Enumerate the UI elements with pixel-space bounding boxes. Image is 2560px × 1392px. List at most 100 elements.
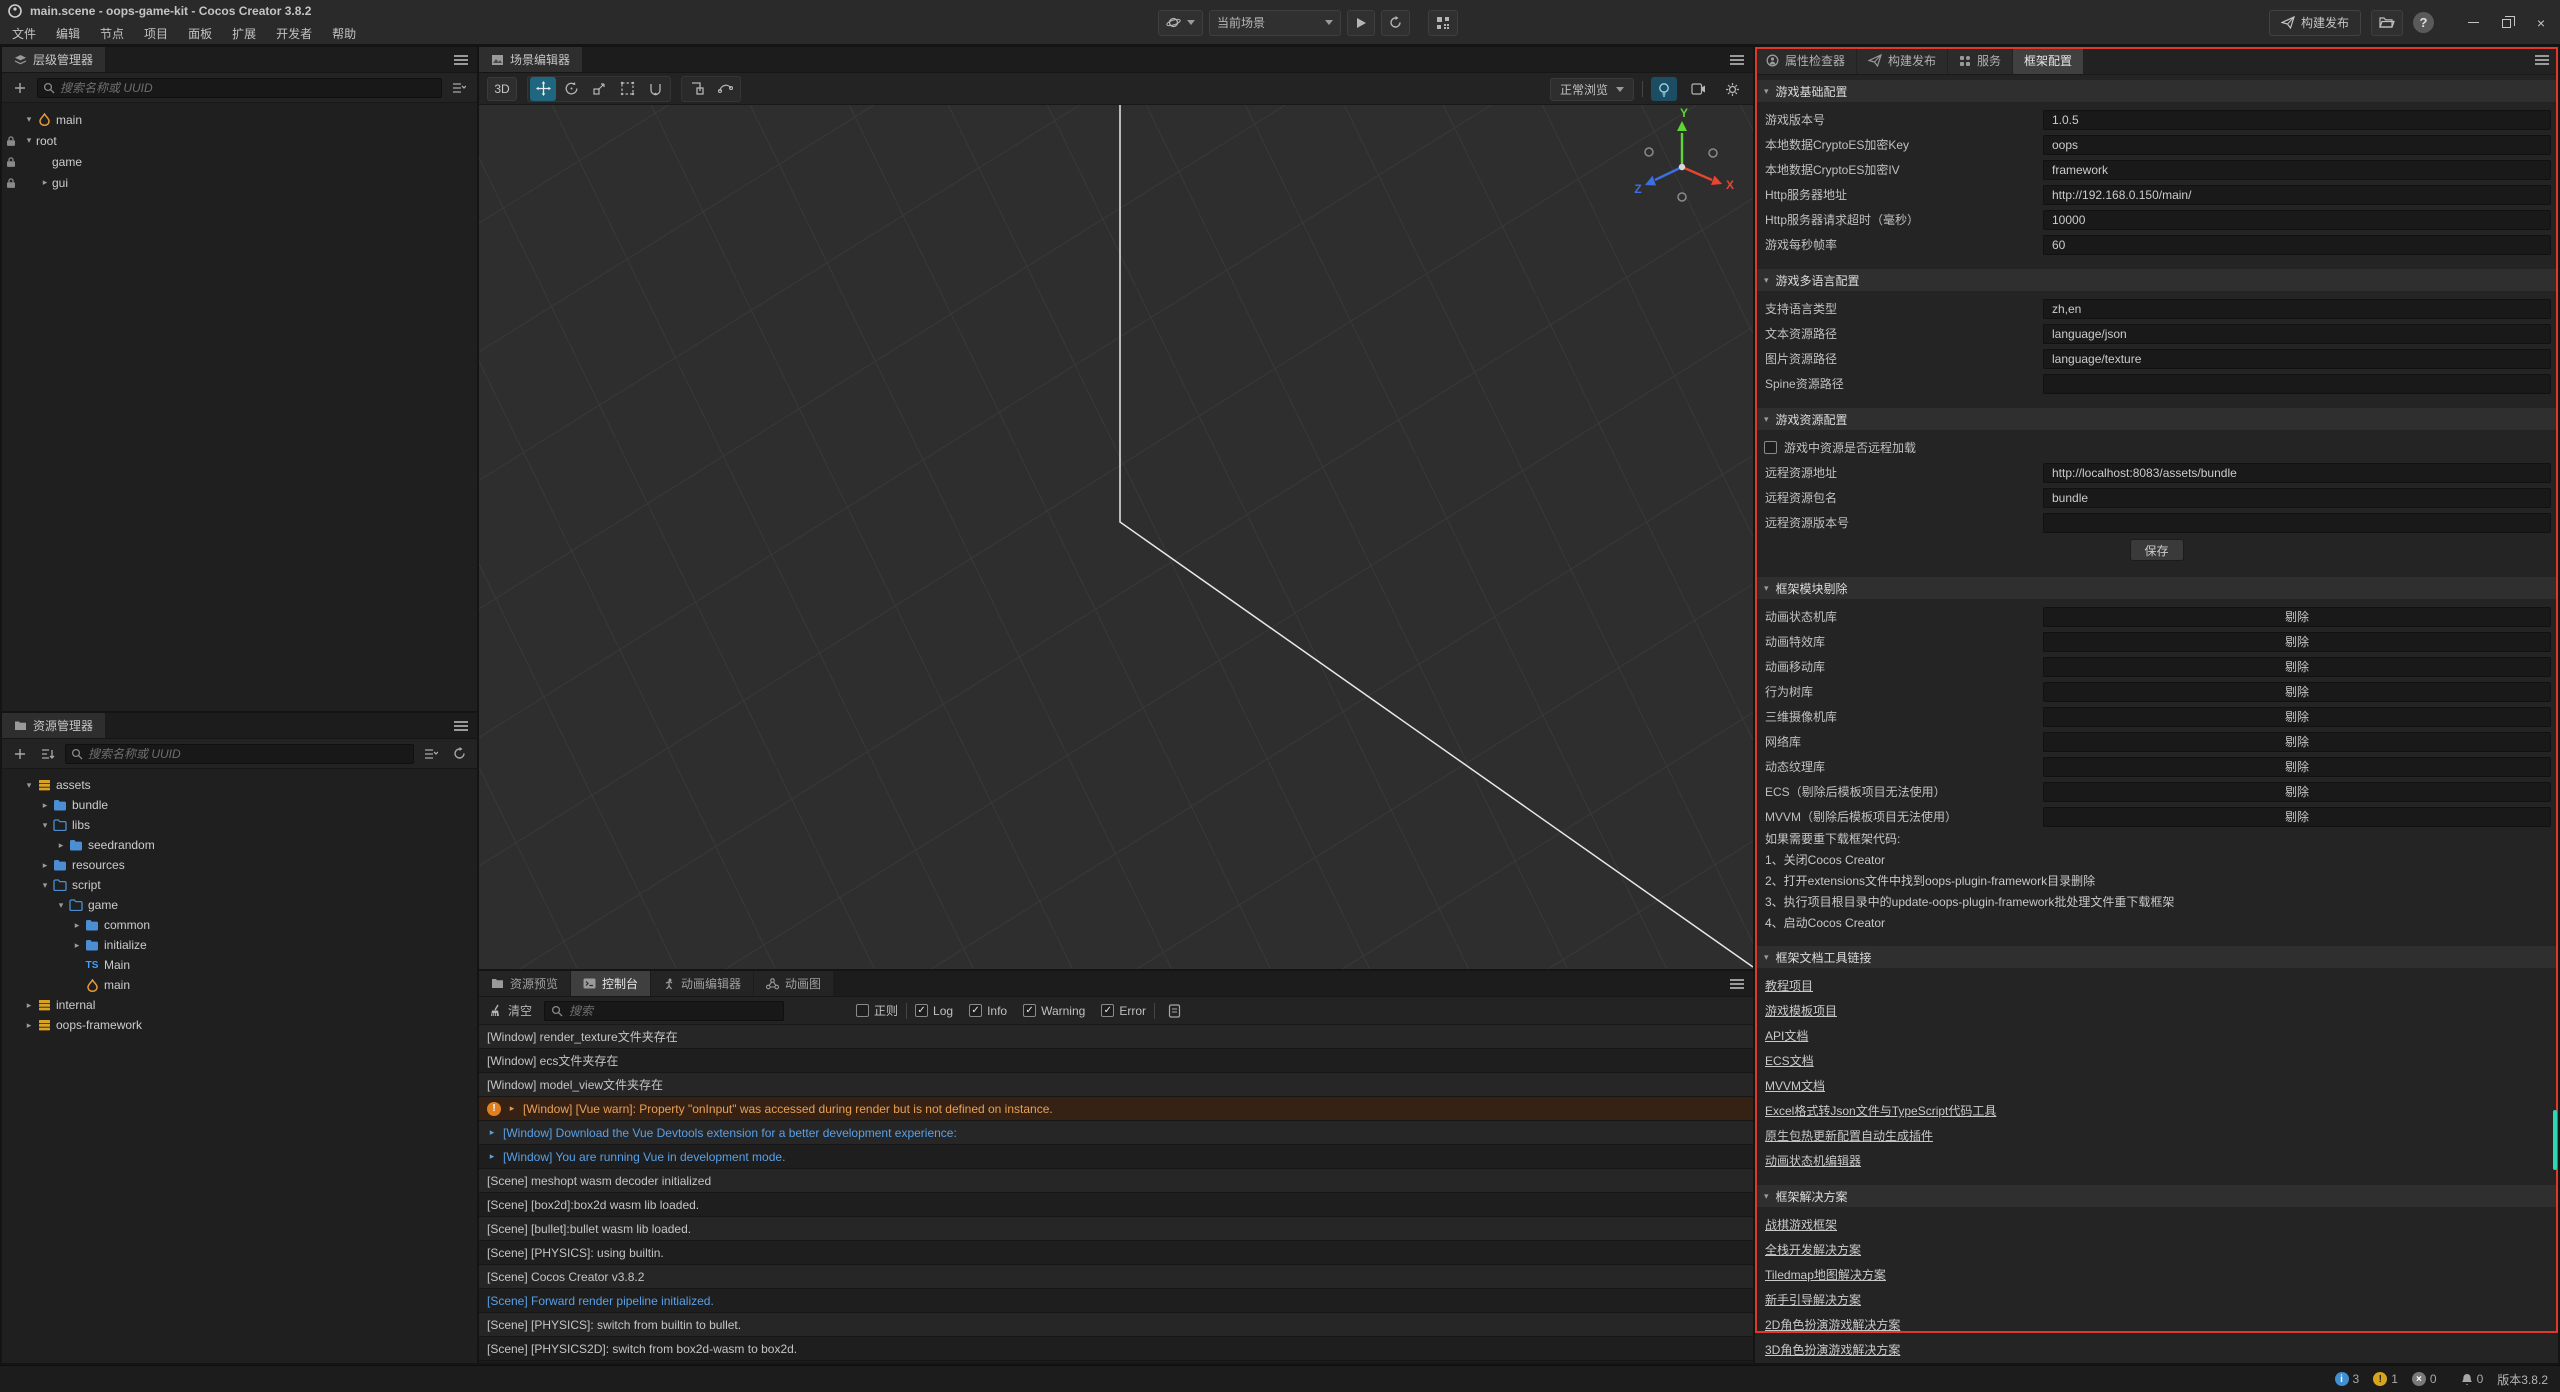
inspector-tab-3[interactable]: 框架配置 xyxy=(2013,47,2083,74)
scene-select[interactable]: 当前场景 xyxy=(1209,10,1341,36)
hierarchy-search-input[interactable] xyxy=(60,81,436,95)
filter-log-checkbox[interactable]: Log xyxy=(915,1004,953,1018)
menu-item-6[interactable]: 开发者 xyxy=(266,22,322,45)
scene-menu-icon[interactable] xyxy=(1730,55,1744,57)
remove-module-button[interactable]: 剔除 xyxy=(2043,732,2551,752)
restart-button[interactable] xyxy=(1381,10,1410,36)
field-input-3[interactable] xyxy=(2043,374,2551,394)
log-row[interactable]: [Scene] [box2d]:box2d wasm lib loaded. xyxy=(479,1193,1753,1217)
section-header-3[interactable]: ▾框架模块剔除 xyxy=(1755,577,2558,599)
minimize-button[interactable] xyxy=(2460,11,2486,35)
expand-icon[interactable]: ▸ xyxy=(54,840,68,851)
maximize-button[interactable] xyxy=(2494,11,2520,35)
menu-item-1[interactable]: 编辑 xyxy=(46,22,90,45)
doc-link[interactable]: 战棋游戏框架 xyxy=(1765,1216,1837,1233)
regex-checkbox[interactable]: 正则 xyxy=(856,1002,898,1019)
console-log-list[interactable]: [Window] render_texture文件夹存在[Window] ecs… xyxy=(479,1025,1753,1363)
expand-icon[interactable]: ▸ xyxy=(70,940,84,951)
remove-module-button[interactable]: 剔除 xyxy=(2043,707,2551,727)
log-row[interactable]: [Scene] [bullet]:bullet wasm lib loaded. xyxy=(479,1217,1753,1241)
expand-icon[interactable]: ▸ xyxy=(487,1127,497,1138)
move-tool-button[interactable] xyxy=(530,77,556,101)
menu-item-2[interactable]: 节点 xyxy=(90,22,134,45)
expand-icon[interactable]: ▸ xyxy=(70,920,84,931)
scene-settings-gear-icon[interactable] xyxy=(1719,77,1745,101)
field-input-5[interactable] xyxy=(2043,235,2551,255)
snap-rotate-button[interactable] xyxy=(712,77,738,101)
collapse-icon[interactable]: ▾ xyxy=(54,900,68,911)
filter-icon[interactable] xyxy=(448,78,470,98)
log-row[interactable]: ▸[Window] You are running Vue in develop… xyxy=(479,1145,1753,1169)
console-menu-icon[interactable] xyxy=(1730,979,1744,981)
scene-viewport[interactable]: Y X Z xyxy=(479,105,1753,969)
section-header-2[interactable]: ▾游戏资源配置 xyxy=(1755,408,2558,430)
field-input-2[interactable] xyxy=(2043,488,2551,508)
doc-link[interactable]: Excel格式转Json文件与TypeScript代码工具 xyxy=(1765,1102,1996,1119)
doc-link[interactable]: 游戏模板项目 xyxy=(1765,1002,1837,1019)
log-row[interactable]: [Window] render_texture文件夹存在 xyxy=(479,1025,1753,1049)
open-folder-button[interactable] xyxy=(2371,10,2403,36)
field-input-0[interactable] xyxy=(2043,299,2551,319)
hierarchy-node-gui[interactable]: ▸gui xyxy=(2,172,477,193)
field-input-3[interactable] xyxy=(2043,185,2551,205)
expand-icon[interactable]: ▸ xyxy=(22,1000,36,1011)
assets-node-assets[interactable]: ▾assets xyxy=(2,775,477,795)
remove-module-button[interactable]: 剔除 xyxy=(2043,757,2551,777)
filter-warning-checkbox[interactable]: Warning xyxy=(1023,1004,1085,1018)
add-asset-button[interactable] xyxy=(9,744,31,764)
save-button[interactable]: 保存 xyxy=(2130,539,2184,561)
snap-grid-button[interactable] xyxy=(684,77,710,101)
doc-link[interactable]: 教程项目 xyxy=(1765,977,1813,994)
console-search-input[interactable] xyxy=(569,1004,777,1018)
assets-node-initialize[interactable]: ▸initialize xyxy=(2,935,477,955)
inspector-tab-2[interactable]: 服务 xyxy=(1948,47,2012,74)
tab-hierarchy[interactable]: 层级管理器 xyxy=(2,47,105,72)
remove-module-button[interactable]: 剔除 xyxy=(2043,807,2551,827)
gizmo-space-button[interactable] xyxy=(642,77,668,101)
hierarchy-menu-icon[interactable] xyxy=(454,55,468,57)
clear-console-button[interactable]: 清空 xyxy=(489,1002,532,1019)
assets-node-common[interactable]: ▸common xyxy=(2,915,477,935)
log-row[interactable]: [Scene] [PHYSICS]: using builtin. xyxy=(479,1241,1753,1265)
field-input-0[interactable] xyxy=(2043,110,2551,130)
section-header-5[interactable]: ▾框架解决方案 xyxy=(1755,1185,2558,1207)
assets-node-oops-framework[interactable]: ▸oops-framework xyxy=(2,1015,477,1035)
log-row[interactable]: [Scene] Forward render pipeline initiali… xyxy=(479,1289,1753,1313)
doc-link[interactable]: ECS文档 xyxy=(1765,1052,1814,1069)
expand-icon[interactable]: ▸ xyxy=(38,177,52,188)
assets-search-input[interactable] xyxy=(88,747,408,761)
expand-icon[interactable]: ▸ xyxy=(38,860,52,871)
preview-platform-select[interactable] xyxy=(1158,10,1203,36)
collapse-icon[interactable]: ▾ xyxy=(22,135,36,146)
tab-scene-editor[interactable]: 场景编辑器 xyxy=(479,47,582,72)
log-row[interactable]: ▸[Window] Download the Vue Devtools exte… xyxy=(479,1121,1753,1145)
toggle-3d-button[interactable]: 3D xyxy=(487,77,517,101)
section-header-4[interactable]: ▾框架文档工具链接 xyxy=(1755,946,2558,968)
console-search[interactable] xyxy=(544,1001,784,1021)
play-button[interactable] xyxy=(1347,10,1375,36)
filter-icon[interactable] xyxy=(420,744,442,764)
console-tab-1[interactable]: 控制台 xyxy=(571,971,650,996)
info-count[interactable]: i 3 xyxy=(2335,1372,2360,1386)
hierarchy-node-game[interactable]: game xyxy=(2,151,477,172)
hierarchy-node-root[interactable]: ▾root xyxy=(2,130,477,151)
hierarchy-node-main[interactable]: ▾main xyxy=(2,109,477,130)
warning-count[interactable]: ! 1 xyxy=(2373,1372,2398,1386)
log-row[interactable]: [Scene] Cocos Creator v3.8.2 xyxy=(479,1265,1753,1289)
field-input-2[interactable] xyxy=(2043,349,2551,369)
log-row[interactable]: [Window] ecs文件夹存在 xyxy=(479,1049,1753,1073)
console-tab-0[interactable]: 资源预览 xyxy=(479,971,570,996)
collapse-icon[interactable]: ▾ xyxy=(22,780,36,791)
assets-node-main[interactable]: main xyxy=(2,975,477,995)
doc-link[interactable]: Tiledmap地图解决方案 xyxy=(1765,1266,1886,1283)
assets-menu-icon[interactable] xyxy=(454,721,468,723)
log-row[interactable]: [Scene] [PHYSICS]: switch from builtin t… xyxy=(479,1313,1753,1337)
remove-module-button[interactable]: 剔除 xyxy=(2043,682,2551,702)
error-count[interactable]: × 0 xyxy=(2412,1372,2437,1386)
collapse-logs-icon[interactable] xyxy=(1163,1001,1185,1021)
field-input-4[interactable] xyxy=(2043,210,2551,230)
build-publish-button[interactable]: 构建发布 xyxy=(2269,10,2361,36)
close-button[interactable]: × xyxy=(2528,11,2554,35)
field-input-1[interactable] xyxy=(2043,324,2551,344)
inspector-menu-icon[interactable] xyxy=(2535,55,2549,57)
